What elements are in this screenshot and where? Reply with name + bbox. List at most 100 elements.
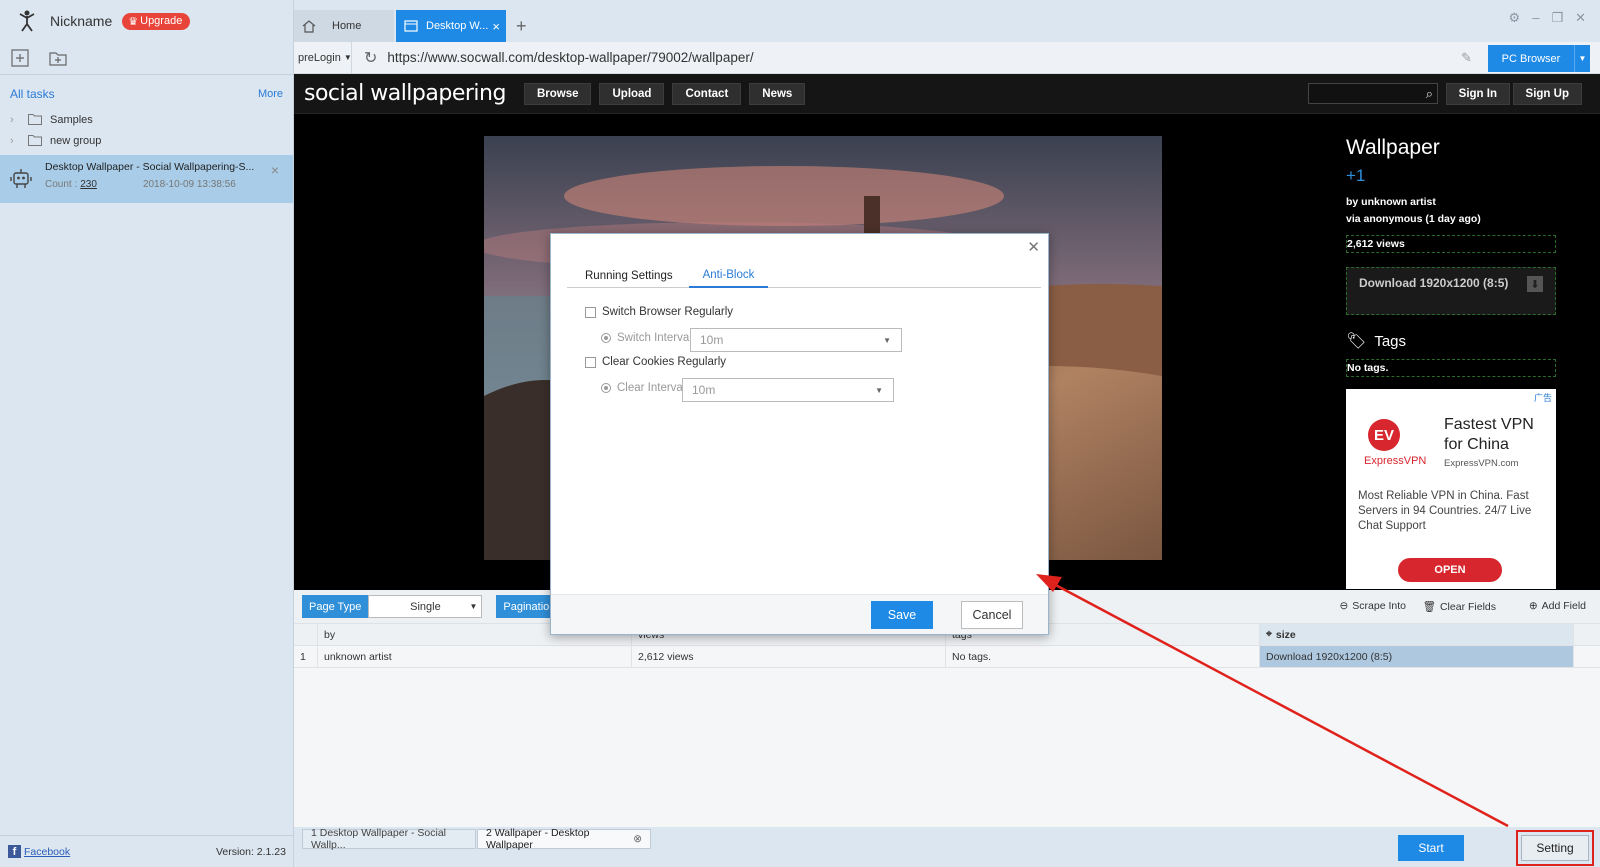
step-tab-2[interactable]: 2 Wallpaper - Desktop Wallpaper ⊗ (477, 827, 651, 851)
add-field-button[interactable]: ⊕ Add Field (1529, 600, 1586, 612)
nav-contact[interactable]: Contact (672, 82, 742, 105)
advertisement[interactable]: 广告 EV ExpressVPN Fastest VPN for China E… (1346, 389, 1556, 589)
group-label: Samples (50, 113, 93, 126)
ad-headline[interactable]: Fastest VPN for China (1444, 415, 1554, 455)
nav-browse[interactable]: Browse (523, 82, 592, 105)
new-group-icon[interactable] (48, 48, 68, 68)
more-link[interactable]: More (258, 88, 283, 100)
clear-cookies-checkbox[interactable] (585, 356, 596, 368)
scrape-into-label: Scrape Into (1352, 600, 1406, 612)
clear-interval-label: Clear Interval (617, 382, 686, 394)
nav-upload[interactable]: Upload (599, 82, 665, 105)
ad-site: ExpressVPN.com (1444, 458, 1519, 469)
facebook-link[interactable]: f Facebook (8, 845, 70, 858)
sign-in-button[interactable]: Sign In (1445, 83, 1510, 105)
url-field[interactable]: https://www.socwall.com/desktop-wallpape… (387, 50, 753, 65)
wallpaper-info-panel: Wallpaper +1 by unknown artist via anony… (1346, 136, 1556, 589)
all-tasks-link[interactable]: All tasks (10, 87, 55, 101)
switch-interval-row: Switch Interval (601, 332, 692, 344)
tab-desktop-wallpaper[interactable]: Desktop W... × (396, 10, 506, 42)
step-tab-label: 1 Desktop Wallpaper - Social Wallp... (311, 827, 447, 851)
group-label: new group (50, 134, 102, 147)
column-header-label: size (1275, 628, 1296, 641)
tab-anti-block[interactable]: Anti-Block (688, 264, 769, 288)
maximize-icon[interactable]: ❐ (1551, 10, 1563, 26)
views-count: 2,612 views (1346, 235, 1556, 253)
sidebar-header: Nickname ♛ Upgrade (0, 0, 293, 42)
row-index: 1 (294, 646, 318, 667)
close-icon[interactable]: ✕ (1575, 10, 1586, 26)
nav-news[interactable]: News (749, 82, 806, 105)
nickname[interactable]: Nickname (50, 13, 112, 29)
page-type-select[interactable]: Single ▼ (368, 595, 483, 618)
index-header (294, 624, 318, 645)
switch-browser-checkbox[interactable] (585, 306, 596, 318)
group-item-samples[interactable]: › Samples (0, 109, 293, 130)
column-header-size[interactable]: ⌖ size (1260, 624, 1574, 645)
plus-one-link[interactable]: +1 (1346, 166, 1556, 186)
close-icon[interactable]: ✕ (1027, 238, 1040, 256)
clear-interval-select[interactable]: 10m ▼ (682, 378, 894, 402)
close-circle-icon[interactable]: ⊗ (633, 833, 642, 845)
switch-interval-label: Switch Interval (617, 332, 692, 344)
setting-button[interactable]: Setting (1521, 835, 1589, 861)
table-row[interactable]: 1 unknown artist 2,612 views No tags. Do… (294, 646, 1600, 668)
prelogin-dropdown[interactable]: preLogin ▼ (294, 41, 352, 74)
new-task-icon[interactable] (10, 48, 30, 68)
switch-interval-value: 10m (700, 333, 724, 347)
robot-icon (10, 169, 32, 188)
table-cell[interactable]: Download 1920x1200 (8:5) (1260, 646, 1574, 667)
switch-browser-checkbox-row[interactable]: Switch Browser Regularly (585, 306, 733, 318)
tab-home-label: Home (332, 20, 362, 32)
new-tab-icon[interactable]: + (516, 16, 527, 37)
table-cell[interactable]: unknown artist (318, 646, 632, 667)
pc-browser-button[interactable]: PC Browser ▼ (1488, 45, 1590, 72)
clear-cookies-checkbox-row[interactable]: Clear Cookies Regularly (585, 356, 726, 368)
task-item[interactable]: Desktop Wallpaper - Social Wallpapering-… (0, 155, 293, 203)
ad-mark[interactable]: 广告 (1534, 391, 1552, 404)
group-item-new-group[interactable]: › new group (0, 130, 293, 151)
download-icon: ⬇ (1527, 276, 1543, 292)
task-count-link[interactable]: 230 (80, 179, 97, 190)
tab-home[interactable]: Home (294, 10, 394, 42)
clear-fields-button[interactable]: 🗑 Clear Fields (1423, 600, 1496, 614)
switch-browser-label: Switch Browser Regularly (602, 306, 734, 318)
scrape-into-button[interactable]: ⊖ Scrape Into (1339, 600, 1406, 612)
site-search-input[interactable]: ⌕ (1308, 83, 1438, 104)
pencil-icon[interactable]: ✎ (1461, 50, 1472, 66)
switch-interval-radio[interactable] (601, 333, 611, 343)
table-cell[interactable]: 2,612 views (632, 646, 946, 667)
table-cell[interactable]: No tags. (946, 646, 1260, 667)
page-type-value: Single (410, 600, 441, 613)
task-title: Desktop Wallpaper - Social Wallpapering-… (45, 161, 255, 173)
switch-interval-select[interactable]: 10m ▼ (690, 328, 902, 352)
reload-icon[interactable]: ↻ (364, 48, 377, 68)
tab-running-settings[interactable]: Running Settings (567, 264, 689, 288)
upgrade-button[interactable]: ♛ Upgrade (122, 12, 191, 30)
gear-icon[interactable]: ⚙ (1509, 10, 1521, 26)
save-button[interactable]: Save (871, 601, 933, 629)
no-tags-text: No tags. (1346, 359, 1556, 377)
address-bar: preLogin ▼ ↻ https://www.socwall.com/des… (294, 41, 1600, 74)
close-icon[interactable]: × (492, 19, 500, 34)
download-button[interactable]: Download 1920x1200 (8:5) ⬇ (1346, 267, 1556, 315)
ad-open-button[interactable]: OPEN (1398, 558, 1502, 582)
chevron-right-icon[interactable]: › (10, 135, 28, 147)
cancel-button[interactable]: Cancel (961, 601, 1023, 629)
minimize-icon[interactable]: – (1532, 10, 1539, 26)
dialog-tabs: Running Settings Anti-Block (567, 264, 1041, 288)
page-icon (404, 20, 418, 32)
clear-interval-radio[interactable] (601, 383, 611, 393)
start-button[interactable]: Start (1398, 835, 1464, 861)
version-text: Version: 2.1.23 (215, 845, 286, 858)
chevron-right-icon[interactable]: › (10, 114, 28, 126)
tags-title: Tags (1374, 332, 1406, 350)
sign-up-button[interactable]: Sign Up (1512, 83, 1582, 105)
close-icon[interactable]: × (271, 162, 279, 178)
search-icon[interactable]: ⌕ (1426, 86, 1433, 102)
step-tab-1[interactable]: 1 Desktop Wallpaper - Social Wallp... (302, 827, 476, 851)
caret-down-icon[interactable]: ▼ (1574, 45, 1590, 72)
task-meta: Count : 230 2018-10-09 13:38:56 (45, 179, 293, 190)
site-logo[interactable]: social wallpapering (304, 81, 506, 106)
site-navbar: social wallpapering Browse Upload Contac… (294, 74, 1600, 114)
